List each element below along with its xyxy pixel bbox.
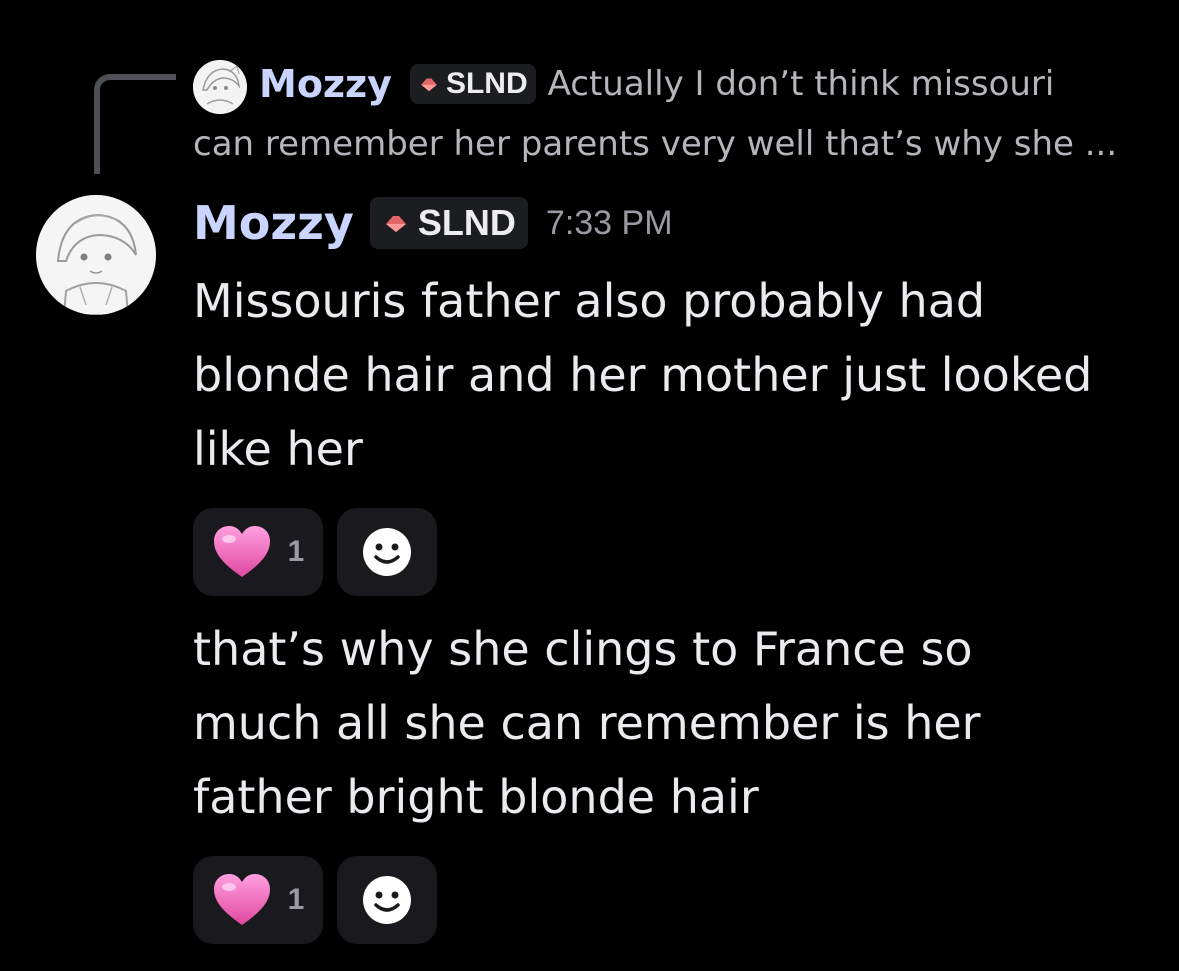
reaction-count: 1 xyxy=(287,535,305,568)
message-line: Missouris father also probably had xyxy=(193,274,986,328)
server-tag[interactable]: SLND xyxy=(409,64,536,104)
gem-icon xyxy=(385,216,406,232)
heart-icon xyxy=(213,874,270,925)
avatar[interactable] xyxy=(36,195,156,315)
reaction-bar: 1 xyxy=(193,508,437,596)
message-line: much all she can remember is her xyxy=(193,696,981,750)
add-reaction-button[interactable] xyxy=(337,856,437,944)
server-tag-label: SLND xyxy=(417,202,516,243)
timestamp[interactable]: 7:33 PM xyxy=(546,204,673,243)
reaction-count: 1 xyxy=(287,883,305,916)
reply-preview-text: Actually I don’t think missouri xyxy=(547,64,1055,104)
server-tag-label: SLND xyxy=(445,67,528,100)
reply-preview-text-continued: can remember her parents very well that’… xyxy=(193,124,1118,164)
add-reaction-button[interactable] xyxy=(337,508,437,596)
message-line: father bright blonde hair xyxy=(193,770,759,824)
reply-username[interactable]: Mozzy xyxy=(259,62,392,106)
smiley-icon xyxy=(363,528,411,576)
message-text: that’s why she clings to France so much … xyxy=(193,612,981,834)
reply-connector-line xyxy=(94,74,176,174)
heart-reaction[interactable]: 1 xyxy=(193,508,323,596)
message-header: Mozzy SLND 7:33 PM xyxy=(193,196,673,250)
message-line: blonde hair and her mother just looked xyxy=(193,348,1093,402)
message-line: that’s why she clings to France so xyxy=(193,622,973,676)
heart-reaction[interactable]: 1 xyxy=(193,856,323,944)
reaction-bar: 1 xyxy=(193,856,437,944)
message-text: Missouris father also probably had blond… xyxy=(193,264,1092,486)
username[interactable]: Mozzy xyxy=(193,196,354,250)
server-tag[interactable]: SLND xyxy=(369,197,528,249)
reply-avatar[interactable] xyxy=(193,60,247,114)
message-line: like her xyxy=(193,422,363,476)
smiley-icon xyxy=(363,876,411,924)
heart-icon xyxy=(213,526,270,577)
gem-icon xyxy=(421,78,437,92)
